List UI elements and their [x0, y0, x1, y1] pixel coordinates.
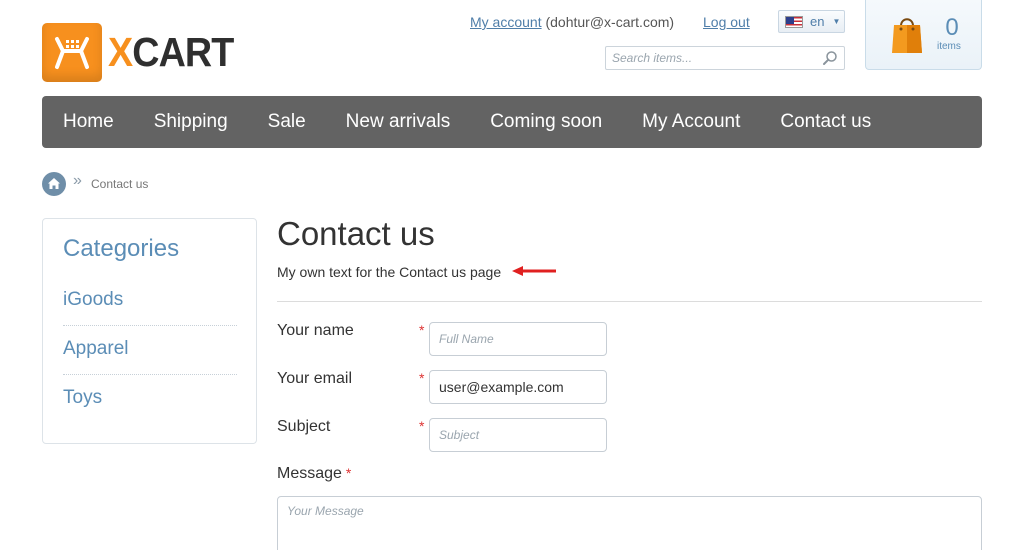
home-icon[interactable] — [42, 172, 66, 196]
email-label: Your email — [277, 370, 353, 387]
nav-item-new-arrivals[interactable]: New arrivals — [346, 111, 451, 133]
nav-item-coming-soon[interactable]: Coming soon — [490, 111, 602, 133]
sidebar-item-toys[interactable]: Toys — [63, 387, 237, 409]
logout-link[interactable]: Log out — [703, 14, 750, 30]
name-placeholder: Full Name — [439, 332, 494, 346]
language-selector[interactable]: en ▼ — [778, 10, 845, 33]
categories-sidebar: Categories iGoods Apparel Toys — [42, 218, 257, 444]
nav-item-contact-us[interactable]: Contact us — [780, 111, 871, 133]
required-marker: * — [419, 370, 425, 386]
sidebar-item-apparel[interactable]: Apparel — [63, 338, 237, 360]
shopping-bag-icon — [892, 18, 922, 53]
cart-items-label: items — [937, 41, 961, 52]
required-marker: * — [419, 418, 425, 434]
breadcrumb-current: Contact us — [91, 177, 149, 191]
subject-field[interactable]: Subject — [429, 418, 607, 452]
logo-text: XCART — [108, 29, 234, 75]
cart-logo-icon — [42, 23, 102, 82]
annotation-arrow-icon — [512, 266, 556, 276]
required-marker: * — [419, 322, 425, 338]
nav-item-my-account[interactable]: My Account — [642, 111, 740, 133]
message-placeholder: Your Message — [287, 504, 364, 518]
sidebar-item-igoods[interactable]: iGoods — [63, 289, 237, 311]
search-placeholder: Search items... — [612, 51, 693, 65]
category-divider — [63, 374, 237, 375]
mini-cart[interactable]: 0 items — [865, 0, 982, 70]
main-nav: Home Shipping Sale New arrivals Coming s… — [42, 96, 982, 148]
nav-item-home[interactable]: Home — [63, 111, 114, 133]
account-email: (dohtur@x-cart.com) — [545, 14, 675, 30]
page-title: Contact us — [277, 215, 435, 252]
subject-label: Subject — [277, 418, 331, 435]
logo-x: X — [108, 29, 133, 75]
nav-item-shipping[interactable]: Shipping — [154, 111, 228, 133]
account-info: My account (dohtur@x-cart.com) — [470, 14, 674, 30]
category-divider — [63, 325, 237, 326]
subject-placeholder: Subject — [439, 428, 480, 442]
us-flag-icon — [785, 15, 803, 28]
language-label: en — [810, 14, 825, 29]
sidebar-title: Categories — [63, 235, 180, 262]
required-marker: * — [345, 465, 352, 481]
intro-text: My own text for the Contact us page — [277, 264, 502, 280]
email-value: user@example.com — [439, 379, 564, 395]
search-icon[interactable] — [822, 50, 838, 66]
nav-item-sale[interactable]: Sale — [268, 111, 306, 133]
my-account-link[interactable]: My account — [470, 14, 542, 30]
name-field[interactable]: Full Name — [429, 322, 607, 356]
message-label: Message * — [277, 465, 351, 483]
name-label: Your name — [277, 322, 354, 339]
message-label-text: Message — [277, 465, 342, 482]
logo[interactable]: XCART — [42, 23, 244, 82]
logo-cart: CART — [132, 29, 234, 75]
email-field[interactable]: user@example.com — [429, 370, 607, 404]
breadcrumb-separator: » — [73, 172, 82, 189]
search-input[interactable]: Search items... — [605, 46, 845, 70]
chevron-down-icon: ▼ — [832, 17, 841, 26]
message-textarea[interactable]: Your Message — [277, 496, 982, 550]
divider — [277, 301, 982, 302]
cart-count: 0 — [945, 14, 959, 41]
